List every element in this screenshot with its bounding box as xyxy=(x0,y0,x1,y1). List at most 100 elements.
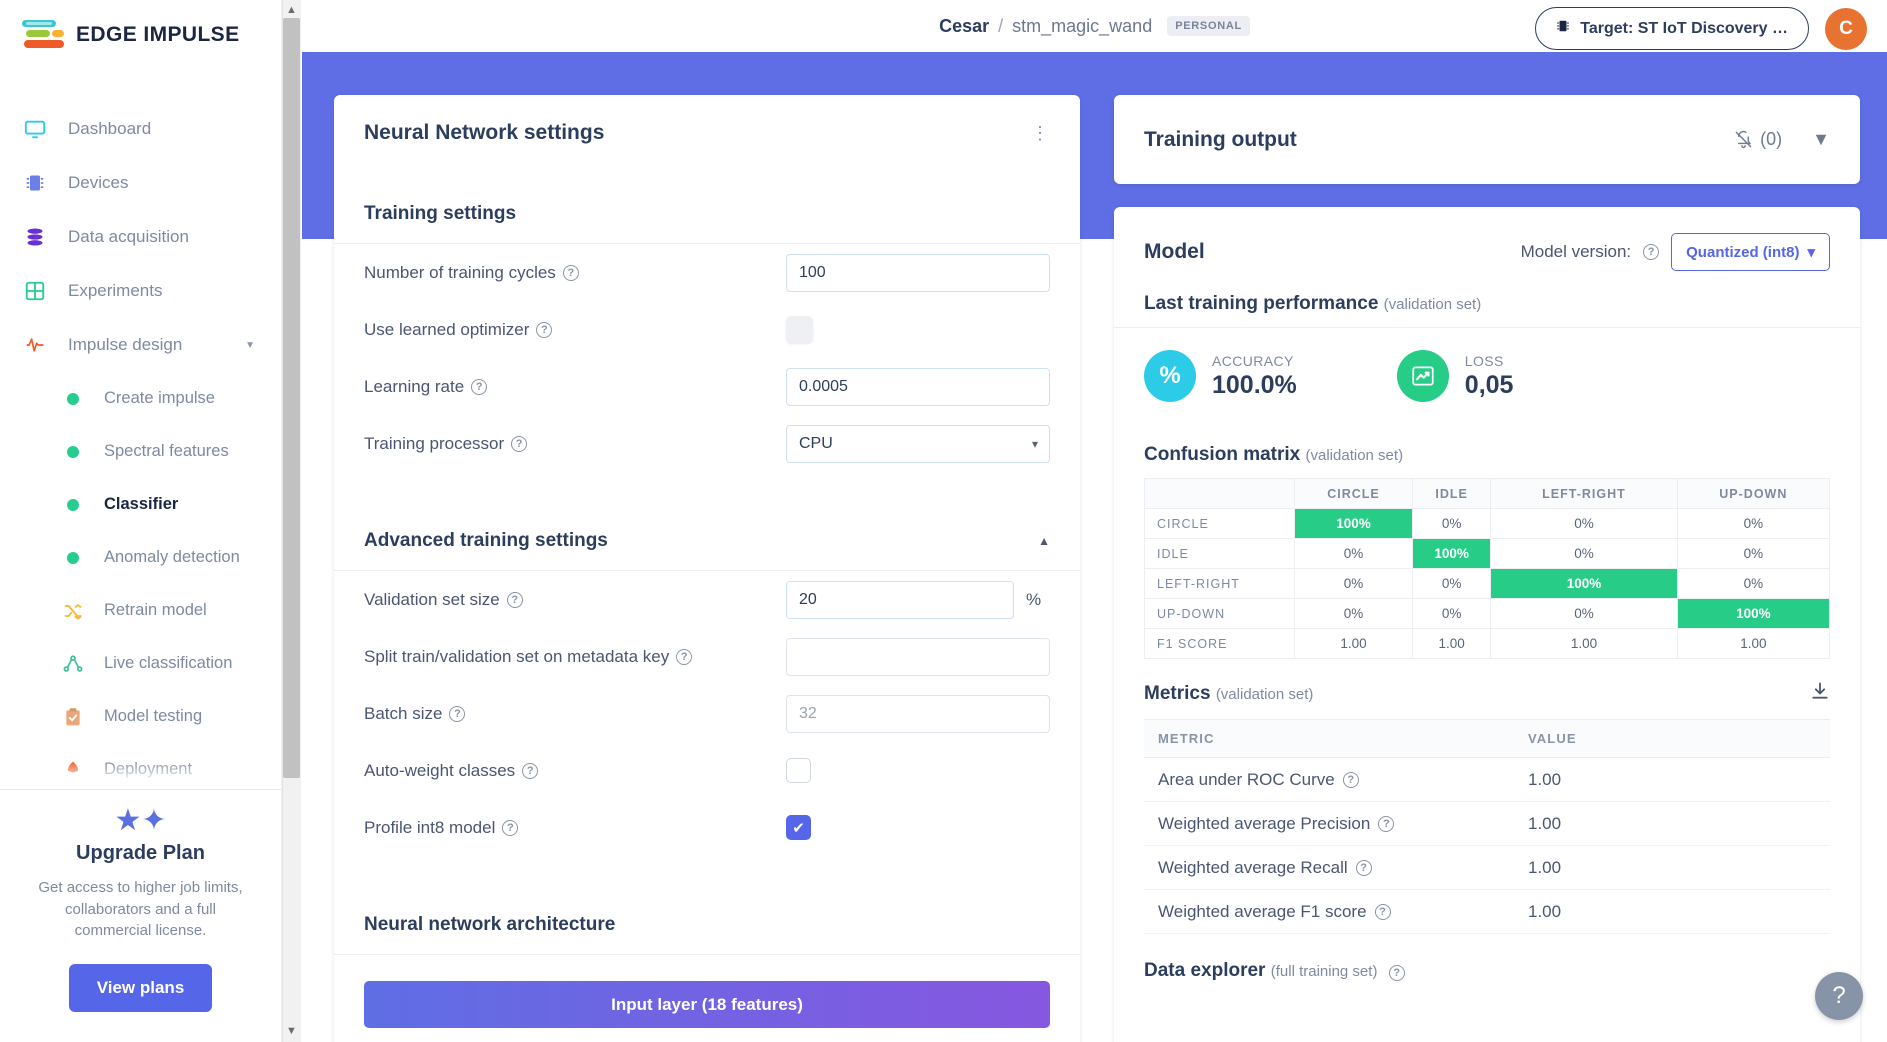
sidebar-item-dashboard[interactable]: Dashboard xyxy=(0,102,281,156)
model-card-header: Model Model version: ? Quantized (int8) … xyxy=(1114,207,1860,271)
help-icon[interactable]: ? xyxy=(1374,904,1391,921)
cm-cell: 100% xyxy=(1676,598,1831,629)
sidebar-item-model-testing[interactable]: Model testing xyxy=(0,690,281,743)
chevron-down-icon[interactable]: ▼ xyxy=(1812,129,1830,150)
field-auto-weight-classes: Auto-weight classes ? xyxy=(334,742,1080,799)
help-icon[interactable]: ? xyxy=(1378,816,1395,833)
model-version-label: Model version: xyxy=(1520,242,1632,261)
scroll-up-icon[interactable]: ▲ xyxy=(286,4,297,16)
sidebar-item-data-acquisition[interactable]: Data acquisition xyxy=(0,210,281,264)
sidebar-item-experiments[interactable]: Experiments xyxy=(0,264,281,318)
cm-cell: 0% xyxy=(1490,538,1678,569)
help-icon[interactable]: ? xyxy=(449,705,466,722)
cm-cell: 1.00 xyxy=(1490,628,1678,659)
sidebar-item-retrain-model[interactable]: Retrain model xyxy=(0,584,281,637)
sidebar-item-label: Devices xyxy=(68,173,129,192)
help-icon[interactable]: ? xyxy=(502,819,519,836)
breadcrumb-project[interactable]: stm_magic_wand xyxy=(1012,16,1152,37)
sidebar-item-label: Impulse design xyxy=(68,335,183,354)
profile-int8-model-checkbox[interactable]: ✔ xyxy=(786,815,811,840)
sidebar: EDGE IMPULSE Dashboard Devices Data acqu… xyxy=(0,0,282,1042)
chip-icon xyxy=(1556,17,1570,40)
input-layer-block[interactable]: Input layer (18 features) xyxy=(364,981,1050,1028)
metric-name: Weighted average F1 score? xyxy=(1144,889,1514,934)
sidebar-item-classifier[interactable]: Classifier xyxy=(0,478,281,531)
model-version-select[interactable]: Quantized (int8) ▾ xyxy=(1671,233,1830,271)
target-device-button[interactable]: Target: ST IoT Discovery … xyxy=(1535,7,1809,50)
sidebar-item-spectral-features[interactable]: Spectral features xyxy=(0,425,281,478)
sidebar-item-create-impulse[interactable]: Create impulse xyxy=(0,372,281,425)
brand-logo[interactable]: EDGE IMPULSE xyxy=(0,0,281,70)
sidebar-item-label: Retrain model xyxy=(104,601,207,619)
breadcrumb-user[interactable]: Cesar xyxy=(939,16,989,37)
table-row: CIRCLE 100% 0% 0% 0% xyxy=(1144,508,1831,539)
table-row: Weighted average Precision? 1.00 xyxy=(1144,801,1830,846)
learning-rate-input[interactable] xyxy=(786,367,1050,406)
help-icon[interactable]: ? xyxy=(676,648,693,665)
table-row: Weighted average Recall? 1.00 xyxy=(1144,845,1830,890)
download-icon[interactable] xyxy=(1810,681,1830,707)
field-label: Learning rate xyxy=(364,376,465,396)
bell-count: (0) xyxy=(1760,129,1783,149)
sidebar-fade xyxy=(0,760,281,788)
confusion-scope: (validation set) xyxy=(1305,447,1404,464)
metrics-scope: (validation set) xyxy=(1215,686,1314,703)
auto-weight-classes-checkbox[interactable] xyxy=(786,758,811,783)
field-label: Batch size xyxy=(364,703,443,723)
sidebar-nav: Dashboard Devices Data acquisition Exper… xyxy=(0,102,281,796)
chevron-up-icon[interactable]: ▲ xyxy=(1038,534,1050,548)
scroll-down-icon[interactable]: ▼ xyxy=(286,1025,297,1037)
cm-cell: 0% xyxy=(1676,538,1831,569)
database-icon xyxy=(22,224,48,250)
help-icon[interactable]: ? xyxy=(506,591,523,608)
field-training-processor: Training processor ? CPU ▾ xyxy=(334,415,1080,472)
validation-set-size-input[interactable] xyxy=(786,580,1014,619)
help-icon[interactable]: ? xyxy=(1643,244,1660,260)
loss-metric: LOSS 0,05 xyxy=(1396,336,1513,416)
more-options-icon[interactable]: ⋮ xyxy=(1031,124,1050,142)
training-processor-select[interactable]: CPU xyxy=(786,424,1050,463)
page-title: Neural Network settings xyxy=(364,121,605,144)
cm-row-header: CIRCLE xyxy=(1144,508,1295,539)
dot-icon xyxy=(62,494,84,516)
help-icon[interactable]: ? xyxy=(1342,772,1359,789)
grid-icon xyxy=(22,278,48,304)
cm-cell: 0% xyxy=(1294,568,1413,599)
sidebar-item-devices[interactable]: Devices xyxy=(0,156,281,210)
use-learned-optimizer-toggle[interactable] xyxy=(786,316,813,343)
view-plans-button[interactable]: View plans xyxy=(68,964,213,1012)
help-icon[interactable]: ? xyxy=(536,321,553,338)
upgrade-title: Upgrade Plan xyxy=(76,841,205,864)
bell-off-icon[interactable]: (0) xyxy=(1734,129,1782,150)
metric-value: 1.00 xyxy=(1514,845,1830,890)
avatar[interactable]: C xyxy=(1825,7,1867,50)
field-label: Validation set size xyxy=(364,589,500,609)
help-icon[interactable]: ? xyxy=(562,264,579,281)
sidebar-item-impulse-design[interactable]: Impulse design ▼ xyxy=(0,318,281,372)
advanced-training-settings-header[interactable]: Advanced training settings ▲ xyxy=(334,510,1080,571)
field-label: Use learned optimizer xyxy=(364,319,530,339)
accuracy-label: ACCURACY xyxy=(1212,352,1294,369)
help-button[interactable]: ? xyxy=(1815,972,1863,1020)
training-cycles-input[interactable] xyxy=(786,253,1050,292)
confusion-matrix-table: CIRCLE IDLE LEFT-RIGHT UP-DOWN CIRCLE 100% 0%… xyxy=(1144,478,1831,659)
field-validation-set-size: Validation set size ? % xyxy=(334,571,1080,628)
sidebar-item-anomaly-detection[interactable]: Anomaly detection xyxy=(0,531,281,584)
sidebar-scrollbar-thumb[interactable] xyxy=(283,18,300,778)
metrics-header: Metrics (validation set) xyxy=(1114,659,1860,719)
confusion-matrix-title: Confusion matrix xyxy=(1144,444,1301,465)
sidebar-item-live-classification[interactable]: Live classification xyxy=(0,637,281,690)
metric-value: 1.00 xyxy=(1514,889,1830,934)
help-icon[interactable]: ? xyxy=(511,435,528,452)
help-icon[interactable]: ? xyxy=(1388,965,1405,981)
chevron-down-icon[interactable]: ▼ xyxy=(245,340,255,351)
help-icon[interactable]: ? xyxy=(522,762,539,779)
help-icon[interactable]: ? xyxy=(471,378,488,395)
breadcrumb: Cesar / stm_magic_wand PERSONAL xyxy=(939,16,1250,37)
batch-size-input[interactable] xyxy=(786,694,1050,733)
table-row: F1 SCORE 1.00 1.00 1.00 1.00 xyxy=(1144,628,1831,659)
split-metadata-key-input[interactable] xyxy=(786,637,1050,676)
sidebar-item-label: Create impulse xyxy=(104,389,215,407)
help-icon[interactable]: ? xyxy=(1355,860,1372,877)
